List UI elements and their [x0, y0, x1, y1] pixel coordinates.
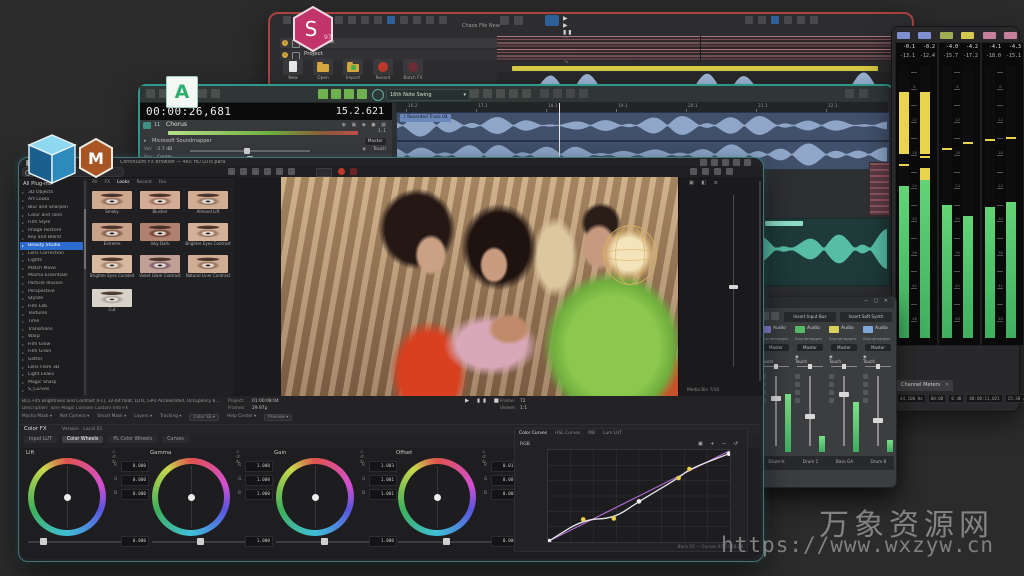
acid-logo-letter: A [175, 81, 190, 103]
borisfx-logo [26, 132, 78, 188]
soundforge-logo: S 97 [292, 6, 334, 52]
desktop: ▶ ▶ ▮▮ ■ ◀◀ ▶▶ ◀ Chaos File New iWorkspa… [0, 0, 1024, 576]
svg-text:M: M [88, 149, 104, 168]
mocha-logo: M [78, 138, 114, 178]
svg-text:97: 97 [324, 34, 332, 41]
acid-logo: A [166, 76, 198, 108]
svg-text:S: S [305, 17, 318, 41]
